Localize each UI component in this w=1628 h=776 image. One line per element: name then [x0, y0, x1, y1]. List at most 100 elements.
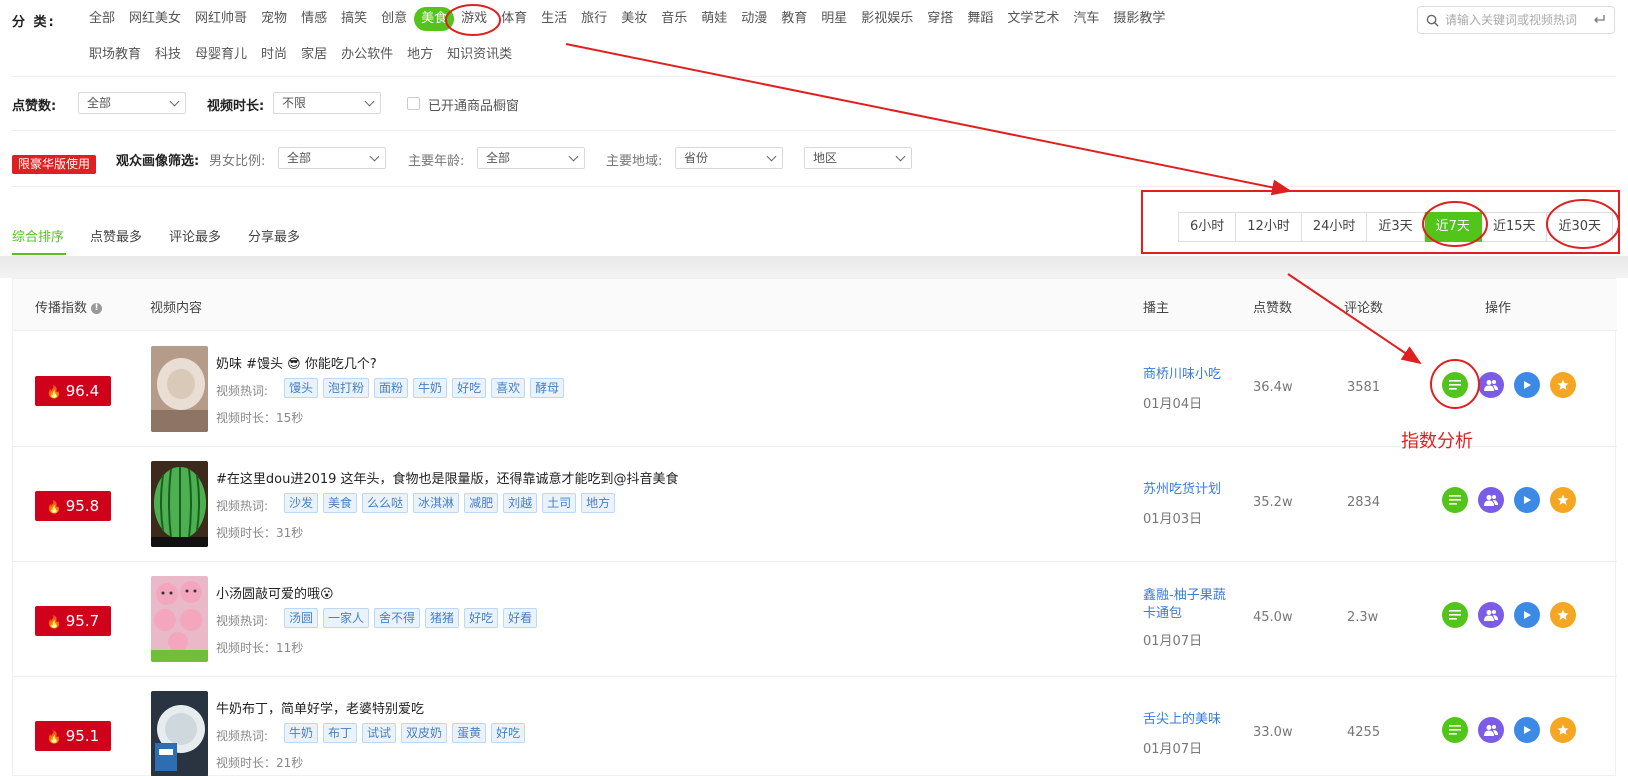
keyword-tag[interactable]: 喜欢: [491, 378, 526, 398]
fans-icon[interactable]: [1478, 717, 1504, 743]
fans-icon[interactable]: [1478, 602, 1504, 628]
category-item[interactable]: 穿搭: [920, 7, 960, 31]
category-item[interactable]: 影视娱乐: [854, 7, 920, 31]
time-range-7d[interactable]: 近7天: [1424, 212, 1482, 242]
analysis-icon[interactable]: [1442, 717, 1468, 743]
keyword-tag[interactable]: 么么哒: [362, 493, 409, 513]
time-range-24h[interactable]: 24小时: [1301, 212, 1368, 242]
category-item[interactable]: 摄影教学: [1106, 7, 1172, 31]
category-item[interactable]: 文学艺术: [1000, 7, 1066, 31]
showcase-checkbox[interactable]: [407, 97, 420, 110]
category-item[interactable]: 音乐: [654, 7, 694, 31]
time-range-30d[interactable]: 近30天: [1547, 212, 1614, 242]
keyword-tag[interactable]: 泡打粉: [323, 378, 370, 398]
category-item[interactable]: 情感: [294, 7, 334, 31]
category-item[interactable]: 舞蹈: [960, 7, 1000, 31]
author-link[interactable]: 苏州吃货计划: [1143, 481, 1233, 499]
keyword-tag[interactable]: 好看: [503, 608, 538, 628]
keyword-tag[interactable]: 冰淇淋: [413, 493, 460, 513]
category-item[interactable]: 地方: [400, 43, 440, 67]
time-range-6h[interactable]: 6小时: [1178, 212, 1237, 242]
keyword-tag[interactable]: 土司: [542, 493, 577, 513]
keyword-tag[interactable]: 馒头: [284, 378, 319, 398]
category-item[interactable]: 汽车: [1066, 7, 1106, 31]
province-select[interactable]: 省份: [675, 147, 783, 169]
sort-tab-most-likes[interactable]: 点赞最多: [90, 226, 142, 245]
fans-icon[interactable]: [1478, 372, 1504, 398]
time-range-15d[interactable]: 近15天: [1481, 212, 1548, 242]
category-item[interactable]: 生活: [534, 7, 574, 31]
keyword-tag[interactable]: 猪猪: [425, 608, 460, 628]
category-item[interactable]: 体育: [494, 7, 534, 31]
category-item[interactable]: 办公软件: [334, 43, 400, 67]
category-item[interactable]: 科技: [148, 43, 188, 67]
video-title[interactable]: 奶味 #馒头 😎 你能吃几个?: [216, 353, 377, 372]
duration-select[interactable]: 不限: [273, 92, 381, 114]
category-item[interactable]: 宠物: [254, 7, 294, 31]
sort-tab-most-shares[interactable]: 分享最多: [248, 226, 300, 245]
sort-tab-most-comments[interactable]: 评论最多: [169, 226, 221, 245]
main-age-select[interactable]: 全部: [477, 147, 585, 169]
author-link[interactable]: 舌尖上的美味: [1143, 711, 1233, 729]
keyword-tag[interactable]: 蛋黄: [452, 723, 487, 743]
category-item[interactable]: 教育: [774, 7, 814, 31]
category-item[interactable]: 网红帅哥: [188, 7, 254, 31]
category-item-active[interactable]: 美食: [414, 7, 455, 31]
play-icon[interactable]: [1514, 602, 1540, 628]
category-item[interactable]: 网红美女: [122, 7, 188, 31]
category-item[interactable]: 知识资讯类: [440, 43, 519, 67]
keyword-tag[interactable]: 牛奶: [413, 378, 448, 398]
star-icon[interactable]: [1550, 372, 1576, 398]
time-range-12h[interactable]: 12小时: [1236, 212, 1302, 242]
category-item[interactable]: 动漫: [734, 7, 774, 31]
category-item[interactable]: 全部: [82, 7, 122, 31]
keyword-tag[interactable]: 好吃: [452, 378, 487, 398]
category-item[interactable]: 萌娃: [694, 7, 734, 31]
category-item[interactable]: 美妆: [614, 7, 654, 31]
keyword-tag[interactable]: 布丁: [323, 723, 358, 743]
play-icon[interactable]: [1514, 372, 1540, 398]
keyword-tag[interactable]: 舍不得: [374, 608, 421, 628]
keyword-tag[interactable]: 一家人: [323, 608, 370, 628]
keyword-tag[interactable]: 面粉: [374, 378, 409, 398]
info-icon[interactable]: !: [91, 303, 103, 314]
star-icon[interactable]: [1550, 487, 1576, 513]
play-icon[interactable]: [1514, 717, 1540, 743]
star-icon[interactable]: [1550, 602, 1576, 628]
analysis-icon[interactable]: [1442, 372, 1468, 398]
play-icon[interactable]: [1514, 487, 1540, 513]
star-icon[interactable]: [1550, 717, 1576, 743]
analysis-icon[interactable]: [1442, 487, 1468, 513]
video-thumbnail[interactable]: [151, 691, 208, 776]
author-link[interactable]: 商桥川味小吃: [1143, 366, 1233, 384]
category-item[interactable]: 旅行: [574, 7, 614, 31]
gender-ratio-select[interactable]: 全部: [278, 147, 386, 169]
category-item[interactable]: 明星: [814, 7, 854, 31]
time-range-3d[interactable]: 近3天: [1367, 212, 1425, 242]
keyword-tag[interactable]: 刘越: [503, 493, 538, 513]
fans-icon[interactable]: [1478, 487, 1504, 513]
author-link[interactable]: 鑫融-柚子果蔬卡通包: [1143, 587, 1233, 623]
video-thumbnail[interactable]: [151, 346, 208, 432]
keyword-tag[interactable]: 双皮奶: [401, 723, 448, 743]
keyword-tag[interactable]: 汤圆: [284, 608, 319, 628]
category-item[interactable]: 职场教育: [82, 43, 148, 67]
category-item[interactable]: 时尚: [254, 43, 294, 67]
keyword-tag[interactable]: 沙发: [284, 493, 319, 513]
category-item[interactable]: 母婴育儿: [188, 43, 254, 67]
category-item[interactable]: 创意: [374, 7, 414, 31]
analysis-icon[interactable]: [1442, 602, 1468, 628]
video-title[interactable]: #在这里dou进2019 这年头，食物也是限量版，还得靠诚意才能吃到@抖音美食: [216, 468, 679, 487]
sort-tab-overall[interactable]: 综合排序: [12, 226, 64, 245]
keyword-tag[interactable]: 好吃: [491, 723, 526, 743]
likes-select[interactable]: 全部: [78, 92, 186, 114]
area-select[interactable]: 地区: [804, 147, 912, 169]
keyword-tag[interactable]: 地方: [581, 493, 616, 513]
search-input[interactable]: [1445, 13, 1592, 27]
keyword-tag[interactable]: 减肥: [464, 493, 499, 513]
category-item[interactable]: 搞笑: [334, 7, 374, 31]
category-item[interactable]: 游戏: [454, 7, 494, 31]
keyword-tag[interactable]: 酵母: [530, 378, 565, 398]
video-title[interactable]: 小汤圆敲可爱的哦😮: [216, 583, 334, 602]
keyword-tag[interactable]: 好吃: [464, 608, 499, 628]
